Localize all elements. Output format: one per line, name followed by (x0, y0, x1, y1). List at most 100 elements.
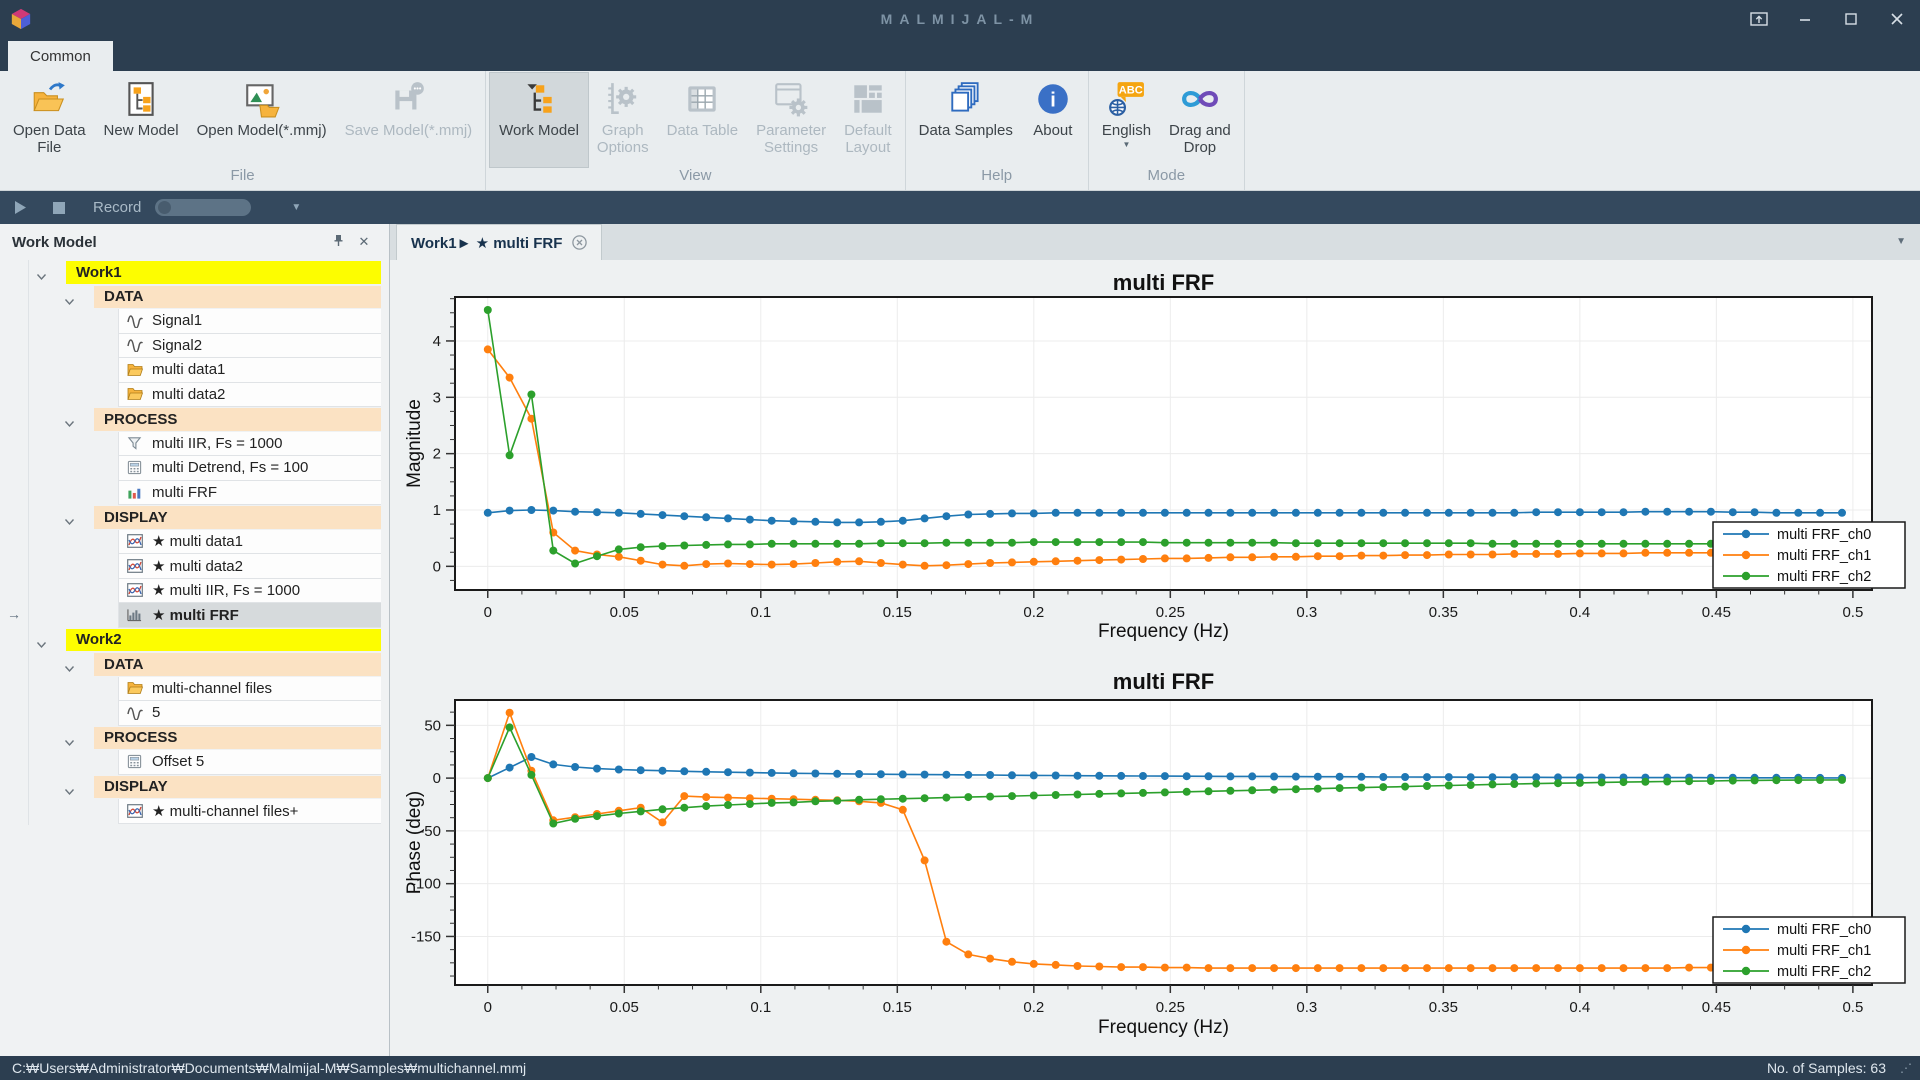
svg-text:multi FRF_ch2: multi FRF_ch2 (1777, 569, 1871, 585)
svg-text:0: 0 (484, 604, 492, 621)
svg-text:0.35: 0.35 (1429, 604, 1458, 621)
tree-item-multi-iir-fs-1000[interactable]: ★ multi IIR, Fs = 1000 (0, 579, 389, 604)
svg-text:multi FRF_ch0: multi FRF_ch0 (1777, 527, 1871, 543)
ribbon-group-label: Help (910, 167, 1084, 190)
tree-item-multi-frf[interactable]: multi FRF (0, 481, 389, 506)
svg-text:multi FRF_ch1: multi FRF_ch1 (1777, 943, 1871, 959)
parameter-settings-icon (772, 78, 810, 120)
tree-item-display[interactable]: DISPLAY (0, 775, 389, 800)
svg-text:0.45: 0.45 (1702, 999, 1731, 1016)
ribbon-group-view: Work ModelGraph OptionsData TableParamet… (486, 71, 905, 190)
svg-text:Frequency (Hz): Frequency (Hz) (1098, 621, 1229, 642)
tree-item-label: ★ multi FRF (152, 606, 239, 624)
tree-item-label: 5 (152, 704, 160, 721)
ribbon-button-default-layout: Default Layout (835, 73, 901, 167)
tree-item-label: DISPLAY (94, 776, 381, 799)
chevron-down-icon[interactable] (64, 734, 75, 751)
ribbon-button-label: Save Model(*.mmj) (345, 122, 473, 139)
stop-icon[interactable] (53, 202, 65, 214)
data-samples-icon (947, 78, 985, 120)
tree-item-multi-data2[interactable]: ★ multi data2 (0, 554, 389, 579)
chevron-down-icon[interactable] (64, 660, 75, 677)
svg-text:0.35: 0.35 (1429, 999, 1458, 1016)
svg-text:0.1: 0.1 (750, 604, 771, 621)
folder-icon (127, 680, 144, 697)
ribbon-button-english[interactable]: ABCEnglish▼ (1093, 73, 1160, 167)
tree-item-multi-channel-files[interactable]: multi-channel files (0, 677, 389, 702)
tree-item-signal1[interactable]: Signal1 (0, 309, 389, 334)
tree-item-label: DISPLAY (94, 506, 381, 529)
ribbon-button-new-model[interactable]: New Model (95, 73, 188, 167)
ribbon-button-open-model-mmj[interactable]: Open Model(*.mmj) (188, 73, 336, 167)
ribbon-button-about[interactable]: iAbout (1022, 73, 1084, 167)
chevron-down-icon[interactable] (64, 513, 75, 530)
resize-grip-icon[interactable]: ⋰ (1900, 1061, 1912, 1075)
tree-item-process[interactable]: PROCESS (0, 407, 389, 432)
record-toolbar: Record ▼ (0, 191, 1920, 224)
tree-item-multi-data1[interactable]: ★ multi data1 (0, 530, 389, 555)
svg-text:0.45: 0.45 (1702, 604, 1731, 621)
tree-item-5[interactable]: 5 (0, 701, 389, 726)
chevron-down-icon[interactable] (64, 293, 75, 310)
tree-item-label: DATA (94, 286, 381, 309)
document-tab-multi-frf[interactable]: Work1► ★ multi FRF (396, 224, 602, 260)
svg-text:0.2: 0.2 (1023, 999, 1044, 1016)
record-toggle[interactable] (155, 199, 251, 216)
ribbon-button-data-samples[interactable]: Data Samples (910, 73, 1022, 167)
svg-text:0.5: 0.5 (1842, 604, 1863, 621)
status-bar: C:₩Users₩Administrator₩Documents₩Malmija… (0, 1056, 1920, 1080)
tree-item-display[interactable]: DISPLAY (0, 505, 389, 530)
ribbon-tab-common[interactable]: Common (8, 41, 113, 71)
ribbon-button-work-model[interactable]: Work Model (490, 73, 588, 167)
tree-item-signal2[interactable]: Signal2 (0, 334, 389, 359)
ribbon-button-label: New Model (104, 122, 179, 139)
close-button[interactable] (1874, 0, 1920, 37)
tree-item-multi-frf[interactable]: →★ multi FRF (0, 603, 389, 628)
maximize-button[interactable] (1828, 0, 1874, 37)
ribbon-button-label: Work Model (499, 122, 579, 139)
new-model-icon (122, 78, 160, 120)
tree-item-process[interactable]: PROCESS (0, 726, 389, 751)
tree-item-work2[interactable]: Work2 (0, 628, 389, 653)
tree-item-data[interactable]: DATA (0, 285, 389, 310)
tree-item-data[interactable]: DATA (0, 652, 389, 677)
chevron-down-icon[interactable] (36, 268, 47, 285)
svg-text:multi FRF: multi FRF (1113, 669, 1214, 694)
pin-icon[interactable] (325, 234, 351, 250)
panel-close-icon[interactable]: ✕ (351, 234, 377, 250)
record-dropdown-caret-icon[interactable]: ▼ (291, 202, 301, 213)
svg-text:ABC: ABC (1119, 85, 1143, 97)
tab-list-caret-icon[interactable]: ▼ (1896, 236, 1906, 247)
svg-text:Phase (deg): Phase (deg) (404, 791, 425, 895)
tree-item-multi-data1[interactable]: multi data1 (0, 358, 389, 383)
record-label: Record (93, 199, 141, 216)
play-icon[interactable] (14, 200, 27, 215)
calculator-icon (127, 459, 144, 476)
plot-icon (127, 533, 144, 550)
tree-item-multi-detrend-fs-100[interactable]: multi Detrend, Fs = 100 (0, 456, 389, 481)
english-icon: ABC (1107, 78, 1145, 120)
tree-item-label: ★ multi data1 (152, 532, 243, 550)
tree-item-multi-data2[interactable]: multi data2 (0, 383, 389, 408)
svg-text:0.5: 0.5 (1842, 999, 1863, 1016)
chevron-down-icon[interactable] (36, 636, 47, 653)
ribbon-button-label: Drag and Drop (1169, 122, 1231, 156)
tree-item-multi-channel-files[interactable]: ★ multi-channel files+ (0, 799, 389, 824)
chevron-down-icon[interactable] (64, 783, 75, 800)
svg-text:0.25: 0.25 (1156, 604, 1185, 621)
tree-item-multi-iir-fs-1000[interactable]: multi IIR, Fs = 1000 (0, 432, 389, 457)
ribbon-toggle-button[interactable] (1736, 0, 1782, 37)
ribbon-button-label: Parameter Settings (756, 122, 826, 156)
ribbon-button-label: About (1033, 122, 1072, 139)
tab-close-icon[interactable] (572, 235, 587, 250)
tree-item-label: multi FRF (152, 484, 217, 501)
minimize-button[interactable] (1782, 0, 1828, 37)
ribbon-button-open-data-file[interactable]: Open Data File (4, 73, 95, 167)
tree-item-label: multi-channel files (152, 680, 272, 697)
svg-text:multi FRF: multi FRF (1113, 270, 1214, 295)
chevron-down-icon[interactable] (64, 415, 75, 432)
ribbon-button-drag-and-drop[interactable]: Drag and Drop (1160, 73, 1240, 167)
tree-item-offset-5[interactable]: Offset 5 (0, 750, 389, 775)
ribbon-button-data-table: Data Table (658, 73, 747, 167)
tree-item-work1[interactable]: Work1 (0, 260, 389, 285)
